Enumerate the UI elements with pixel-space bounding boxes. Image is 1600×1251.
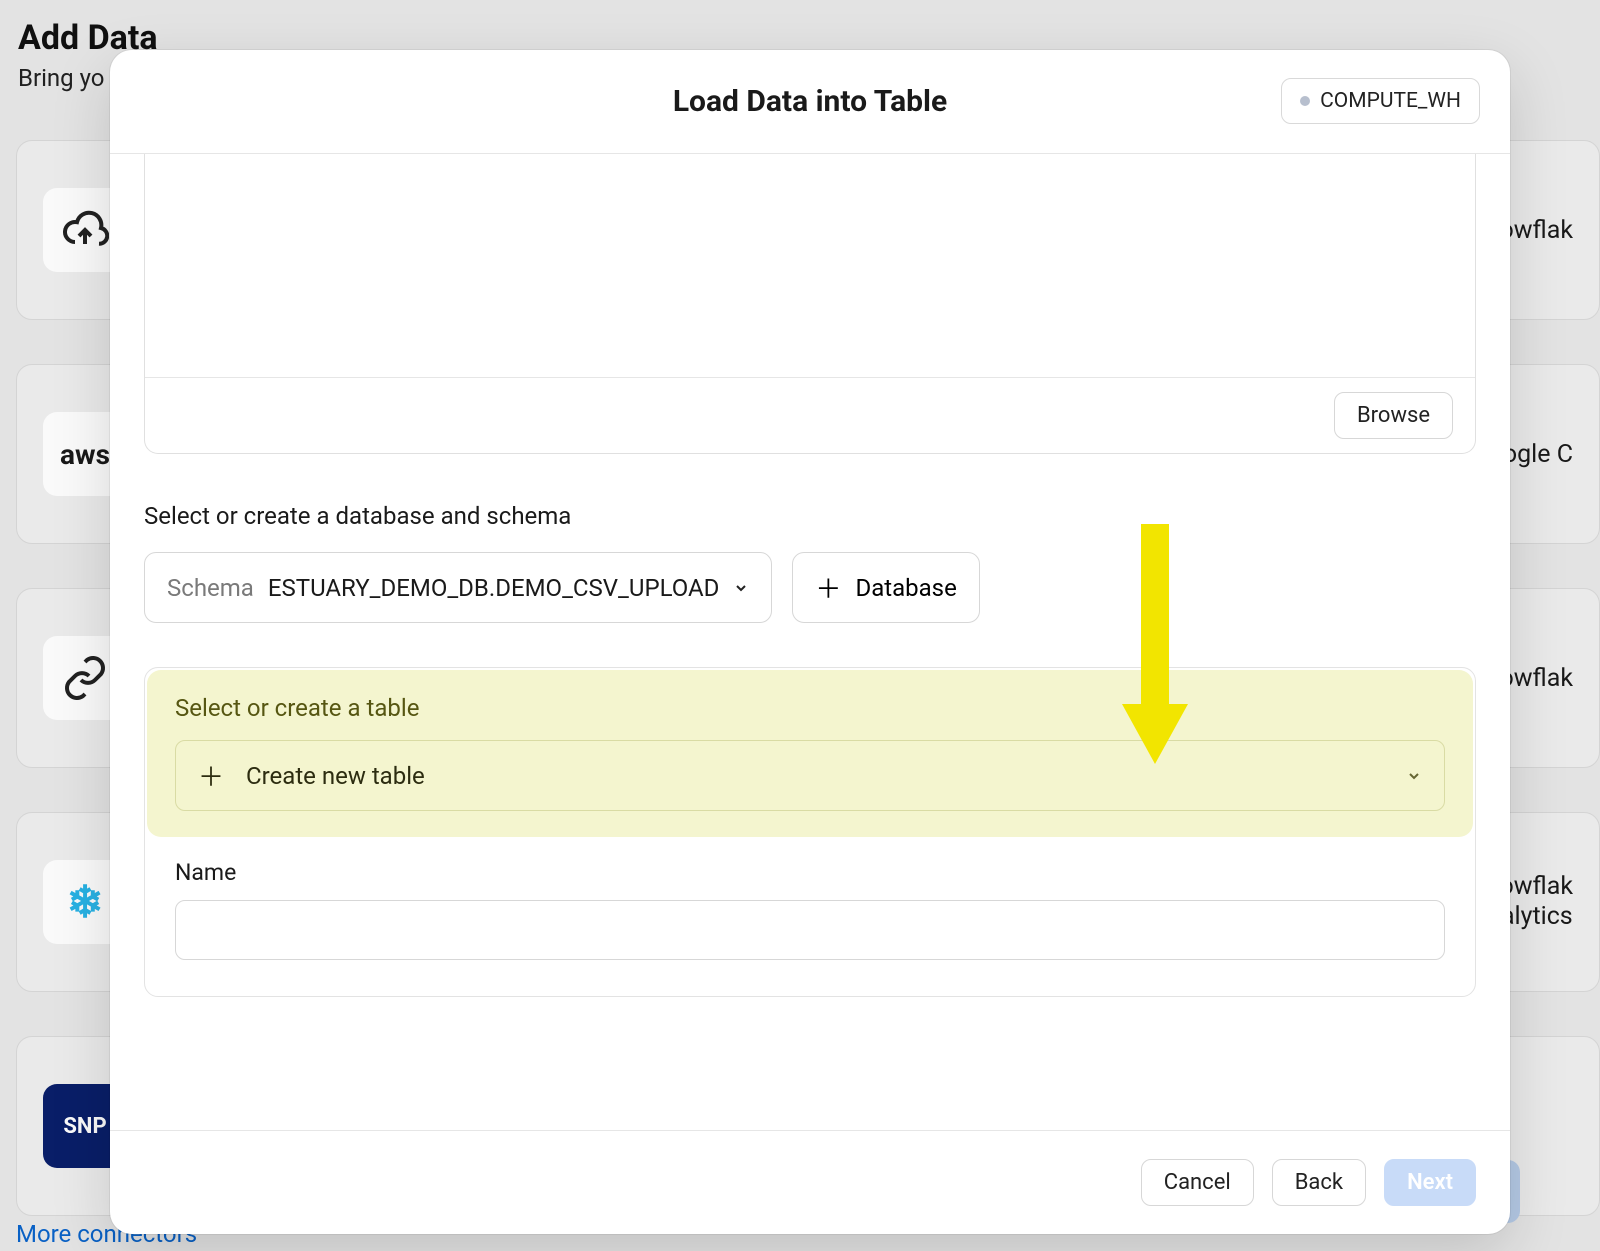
modal-title: Load Data into Table	[140, 84, 1480, 119]
file-upload-area: Browse	[144, 154, 1476, 454]
schema-section-label: Select or create a database and schema	[144, 502, 1476, 530]
create-table-label: Create new table	[246, 762, 425, 790]
table-selector[interactable]: ＋ Create new table	[175, 740, 1445, 811]
load-data-modal: Load Data into Table COMPUTE_WH Browse S…	[110, 50, 1510, 1234]
table-section-title: Select or create a table	[175, 694, 1445, 722]
plus-icon: ＋	[815, 569, 841, 606]
schema-selector[interactable]: Schema ESTUARY_DEMO_DB.DEMO_CSV_UPLOAD	[144, 552, 772, 623]
chevron-down-icon	[1406, 768, 1422, 784]
table-section: Select or create a table ＋ Create new ta…	[144, 667, 1476, 997]
schema-value: ESTUARY_DEMO_DB.DEMO_CSV_UPLOAD	[268, 574, 720, 602]
schema-key-label: Schema	[167, 574, 254, 602]
next-button[interactable]: Next	[1384, 1159, 1476, 1206]
database-button-label: Database	[855, 574, 956, 602]
back-button[interactable]: Back	[1272, 1159, 1366, 1206]
browse-button[interactable]: Browse	[1334, 392, 1453, 439]
name-field-label: Name	[175, 859, 1445, 886]
warehouse-name: COMPUTE_WH	[1320, 89, 1461, 113]
modal-header: Load Data into Table COMPUTE_WH	[110, 50, 1510, 154]
plus-icon: ＋	[198, 757, 224, 794]
status-dot-icon	[1300, 96, 1310, 106]
chevron-down-icon	[733, 580, 749, 596]
add-database-button[interactable]: ＋ Database	[792, 552, 979, 623]
file-drop-zone[interactable]	[145, 154, 1475, 377]
modal-footer: Cancel Back Next	[110, 1130, 1510, 1234]
warehouse-selector[interactable]: COMPUTE_WH	[1281, 78, 1480, 124]
table-name-input[interactable]	[175, 900, 1445, 960]
cancel-button[interactable]: Cancel	[1141, 1159, 1254, 1206]
modal-body: Browse Select or create a database and s…	[110, 154, 1510, 1130]
table-select-highlight: Select or create a table ＋ Create new ta…	[147, 670, 1473, 837]
